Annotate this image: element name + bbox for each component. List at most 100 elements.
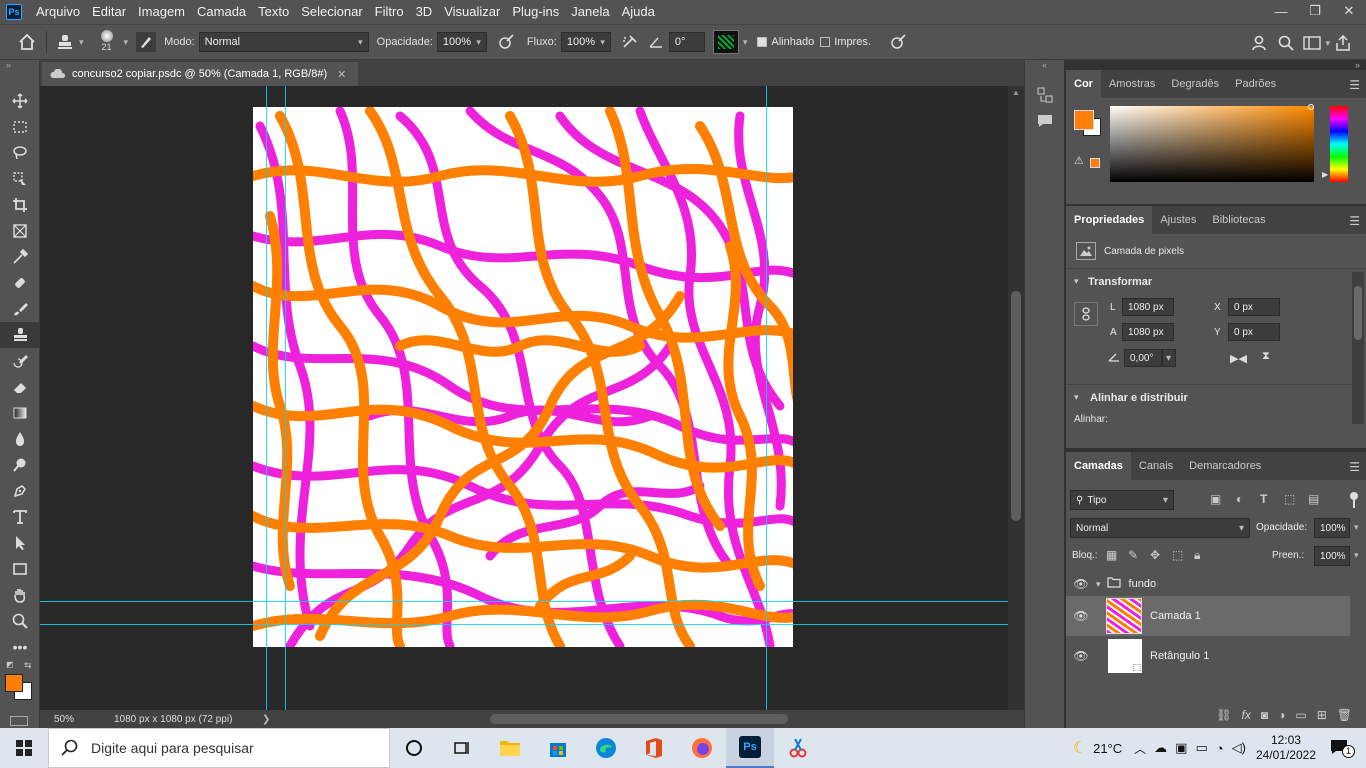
microsoft-store-icon[interactable] bbox=[534, 728, 582, 768]
taskbar-search-box[interactable]: Digite aqui para pesquisar bbox=[48, 728, 390, 768]
weather-moon-icon[interactable]: ☾ bbox=[1073, 738, 1087, 758]
lock-artboard-icon[interactable]: ⬚ bbox=[1172, 548, 1183, 562]
visibility-eye-icon[interactable]: 👁︎ bbox=[1066, 649, 1096, 663]
color-picker-marker[interactable] bbox=[1308, 104, 1314, 110]
menu-3d[interactable]: 3D bbox=[410, 0, 439, 24]
lock-position-icon[interactable]: ✥ bbox=[1150, 548, 1160, 562]
horizontal-scroll-thumb[interactable] bbox=[490, 714, 788, 724]
onedrive-icon[interactable]: ☁ bbox=[1154, 740, 1167, 756]
panel-menu-icon[interactable]: ☰ bbox=[1349, 214, 1360, 228]
move-tool-icon[interactable] bbox=[0, 88, 40, 114]
path-selection-tool-icon[interactable] bbox=[0, 530, 40, 556]
gradient-tool-icon[interactable] bbox=[0, 400, 40, 426]
vertical-scroll-thumb[interactable] bbox=[1011, 291, 1021, 521]
windows-start-icon[interactable] bbox=[0, 728, 48, 768]
layer-opacity-field[interactable]: 100% bbox=[1314, 518, 1350, 538]
user-share-icon[interactable] bbox=[1247, 30, 1273, 56]
filter-adjustment-icon[interactable]: ◐ bbox=[1236, 492, 1243, 506]
swap-colors-icon[interactable]: ⇆ bbox=[24, 660, 32, 671]
flip-vertical-icon[interactable]: ⧗ bbox=[1262, 350, 1270, 363]
zoom-level[interactable]: 50% bbox=[40, 714, 88, 725]
properties-scroll-thumb[interactable] bbox=[1354, 286, 1362, 340]
chevron-up-icon[interactable]: ︿ bbox=[1134, 740, 1146, 757]
hand-tool-icon[interactable] bbox=[0, 582, 40, 608]
wifi-icon[interactable]: ◔ bbox=[1216, 741, 1224, 756]
filter-type-icon[interactable]: T bbox=[1260, 492, 1267, 506]
clock[interactable]: 12:03 24/01/2022 bbox=[1256, 733, 1316, 763]
clone-stamp-tool-icon[interactable] bbox=[0, 322, 40, 348]
tab-ajustes[interactable]: Ajustes bbox=[1152, 206, 1204, 234]
pressure-opacity-icon[interactable] bbox=[493, 29, 519, 55]
brush-settings-icon[interactable] bbox=[136, 32, 157, 52]
aligned-checkbox[interactable] bbox=[757, 37, 768, 47]
flow-field[interactable]: 100% ▾ bbox=[560, 32, 611, 52]
eyedropper-tool-icon[interactable] bbox=[0, 244, 40, 270]
chevron-down-icon[interactable]: ▾ bbox=[1074, 392, 1079, 403]
pressure-size-icon[interactable] bbox=[885, 29, 911, 55]
collapse-icon[interactable]: « bbox=[1025, 60, 1064, 74]
tab-cor[interactable]: Cor bbox=[1066, 70, 1101, 98]
marquee-tool-icon[interactable] bbox=[0, 114, 40, 140]
chevron-down-icon[interactable]: ▾ bbox=[1354, 550, 1359, 561]
tab-canais[interactable]: Canais bbox=[1131, 452, 1181, 480]
adjustment-layer-icon[interactable]: ◑ bbox=[1278, 708, 1285, 722]
history-brush-tool-icon[interactable] bbox=[0, 348, 40, 374]
chevron-down-icon[interactable]: ▾ bbox=[124, 37, 129, 48]
chevron-down-icon[interactable]: ▾ bbox=[1096, 579, 1101, 590]
rectangle-tool-icon[interactable] bbox=[0, 556, 40, 582]
visibility-eye-icon[interactable]: 👁︎ bbox=[1066, 577, 1096, 591]
color-field[interactable] bbox=[1110, 106, 1314, 182]
edge-browser-icon[interactable] bbox=[582, 728, 630, 768]
rotation-field[interactable]: 0,00° bbox=[1124, 349, 1162, 367]
airbrush-icon[interactable] bbox=[617, 29, 643, 55]
collapse-icon[interactable]: » bbox=[1064, 60, 1366, 70]
zoom-tool-icon[interactable] bbox=[0, 608, 40, 634]
menu-janela[interactable]: Janela bbox=[565, 0, 615, 24]
search-icon[interactable] bbox=[1273, 30, 1299, 56]
volume-icon[interactable]: ◁) bbox=[1232, 740, 1246, 756]
weather-temperature[interactable]: 21°C bbox=[1093, 741, 1122, 756]
y-field[interactable]: 0 px bbox=[1228, 323, 1280, 341]
angle-field[interactable]: 0° bbox=[668, 32, 705, 52]
properties-scrollbar[interactable] bbox=[1352, 272, 1364, 424]
lock-pixels-icon[interactable]: ✎ bbox=[1128, 548, 1138, 562]
menu-arquivo[interactable]: Arquivo bbox=[30, 0, 86, 24]
link-dimensions-icon[interactable] bbox=[1074, 302, 1098, 326]
x-field[interactable]: 0 px bbox=[1228, 298, 1280, 316]
layer-row-group[interactable]: 👁︎ ▾ fundo bbox=[1066, 572, 1350, 596]
notification-center-icon[interactable]: 1 bbox=[1330, 739, 1360, 758]
clone-stamp-tool-preset-icon[interactable] bbox=[53, 29, 79, 55]
opacity-field[interactable]: 100% ▾ bbox=[436, 32, 487, 52]
snipping-tool-icon[interactable] bbox=[774, 728, 822, 768]
status-menu-icon[interactable]: ❯ bbox=[262, 714, 270, 725]
filter-smart-object-icon[interactable]: ▤ bbox=[1308, 492, 1319, 506]
battery-icon[interactable]: ▭ bbox=[1195, 740, 1207, 756]
chevron-down-icon[interactable]: ▾ bbox=[1354, 522, 1359, 533]
layer-row-retangulo-1[interactable]: 👁︎ ⬚ Retângulo 1 bbox=[1066, 636, 1350, 676]
canvas-area[interactable] bbox=[40, 86, 1008, 710]
type-tool-icon[interactable] bbox=[0, 504, 40, 530]
document-canvas[interactable] bbox=[40, 86, 1008, 710]
flip-horizontal-icon[interactable]: ▶◀ bbox=[1230, 352, 1247, 365]
task-view-icon[interactable] bbox=[438, 728, 486, 768]
panel-menu-icon[interactable]: ☰ bbox=[1349, 460, 1360, 474]
close-button[interactable]: ✕ bbox=[1332, 0, 1366, 22]
lasso-tool-icon[interactable] bbox=[0, 140, 40, 166]
object-selection-tool-icon[interactable] bbox=[0, 166, 40, 192]
minimize-button[interactable]: — bbox=[1264, 0, 1298, 22]
history-panel-icon[interactable] bbox=[1025, 82, 1064, 108]
horizontal-scrollbar[interactable] bbox=[284, 710, 1006, 728]
lock-transparency-icon[interactable]: ▦ bbox=[1106, 548, 1117, 562]
layer-mask-icon[interactable]: ◙ bbox=[1261, 708, 1268, 722]
layer-row-camada-1[interactable]: 👁︎ Camada 1 bbox=[1066, 596, 1350, 636]
menu-texto[interactable]: Texto bbox=[252, 0, 295, 24]
blur-tool-icon[interactable] bbox=[0, 426, 40, 452]
brush-tool-icon[interactable] bbox=[0, 296, 40, 322]
dodge-tool-icon[interactable] bbox=[0, 452, 40, 478]
height-field[interactable]: 1080 px bbox=[1122, 323, 1174, 341]
close-tab-icon[interactable]: ✕ bbox=[337, 68, 346, 81]
workspace-icon[interactable] bbox=[1299, 30, 1325, 56]
chevron-down-icon[interactable]: ▾ bbox=[1162, 349, 1176, 367]
crop-tool-icon[interactable] bbox=[0, 192, 40, 218]
collapse-icon[interactable]: » bbox=[0, 60, 39, 74]
